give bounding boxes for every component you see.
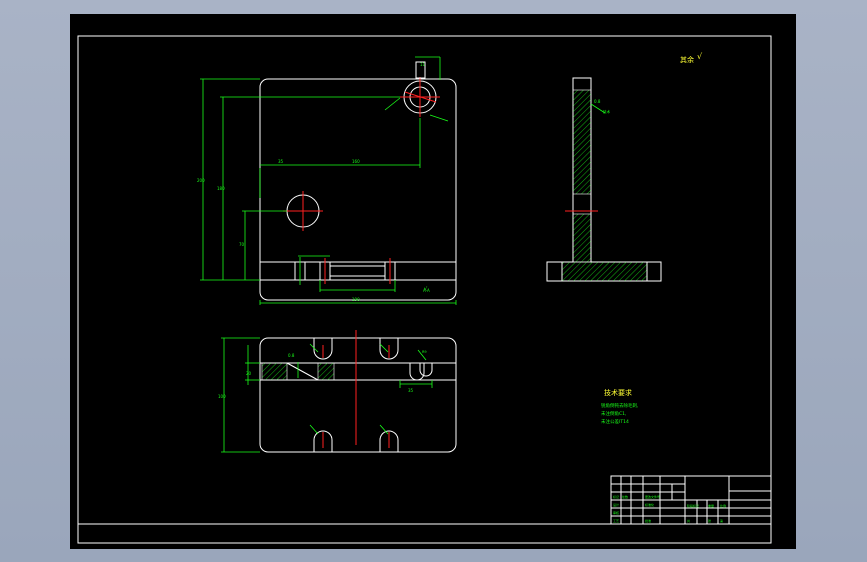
svg-text:√: √ (697, 52, 703, 61)
svg-text:设计: 设计 (613, 502, 619, 507)
svg-text:处数: 处数 (622, 494, 628, 499)
svg-text:标准化: 标准化 (645, 502, 654, 507)
svg-text:共: 共 (687, 518, 690, 523)
svg-text:100: 100 (218, 394, 226, 399)
sheet-background (70, 14, 796, 549)
drawing-canvas[interactable]: 200 180 70 160 190 35 11 √ 0.8 技术 100 20… (0, 0, 867, 562)
svg-text:重量: 重量 (708, 503, 714, 508)
section-label: A-A (423, 288, 430, 293)
svg-text:35: 35 (408, 388, 414, 393)
svg-text:20: 20 (246, 371, 252, 376)
svg-text:160: 160 (352, 159, 360, 164)
roughness-note: 其余 (680, 55, 694, 64)
svg-text:0.8: 0.8 (594, 99, 601, 104)
svg-text:190: 190 (352, 297, 360, 302)
svg-text:工艺: 工艺 (613, 518, 619, 523)
svg-text:35: 35 (278, 159, 284, 164)
tech-requirements-title: 技术要求 (604, 388, 632, 397)
svg-text:技术: 技术 (603, 109, 611, 114)
tech-note-1: 锐角倒钝去除毛刺, (601, 402, 638, 409)
svg-text:张: 张 (708, 518, 711, 523)
svg-text:11: 11 (420, 62, 426, 67)
svg-text:更改文件号: 更改文件号 (645, 494, 660, 499)
svg-text:180: 180 (217, 186, 225, 191)
svg-text:标记: 标记 (613, 494, 619, 499)
svg-text:比例: 比例 (720, 503, 726, 508)
svg-text:第: 第 (720, 518, 723, 523)
svg-text:70: 70 (239, 242, 245, 247)
tech-note-3: 未注公差IT14 (601, 418, 629, 425)
svg-text:阶段标记: 阶段标记 (687, 503, 699, 508)
svg-text:0.8: 0.8 (288, 353, 295, 358)
tech-note-2: 未注倒角C1, (601, 410, 626, 417)
svg-text:R9: R9 (422, 350, 427, 354)
svg-text:审核: 审核 (613, 510, 619, 515)
svg-text:批准: 批准 (645, 518, 651, 523)
cad-viewport[interactable]: 200 180 70 160 190 35 11 √ 0.8 技术 100 20… (0, 0, 867, 562)
svg-text:200: 200 (197, 178, 205, 183)
